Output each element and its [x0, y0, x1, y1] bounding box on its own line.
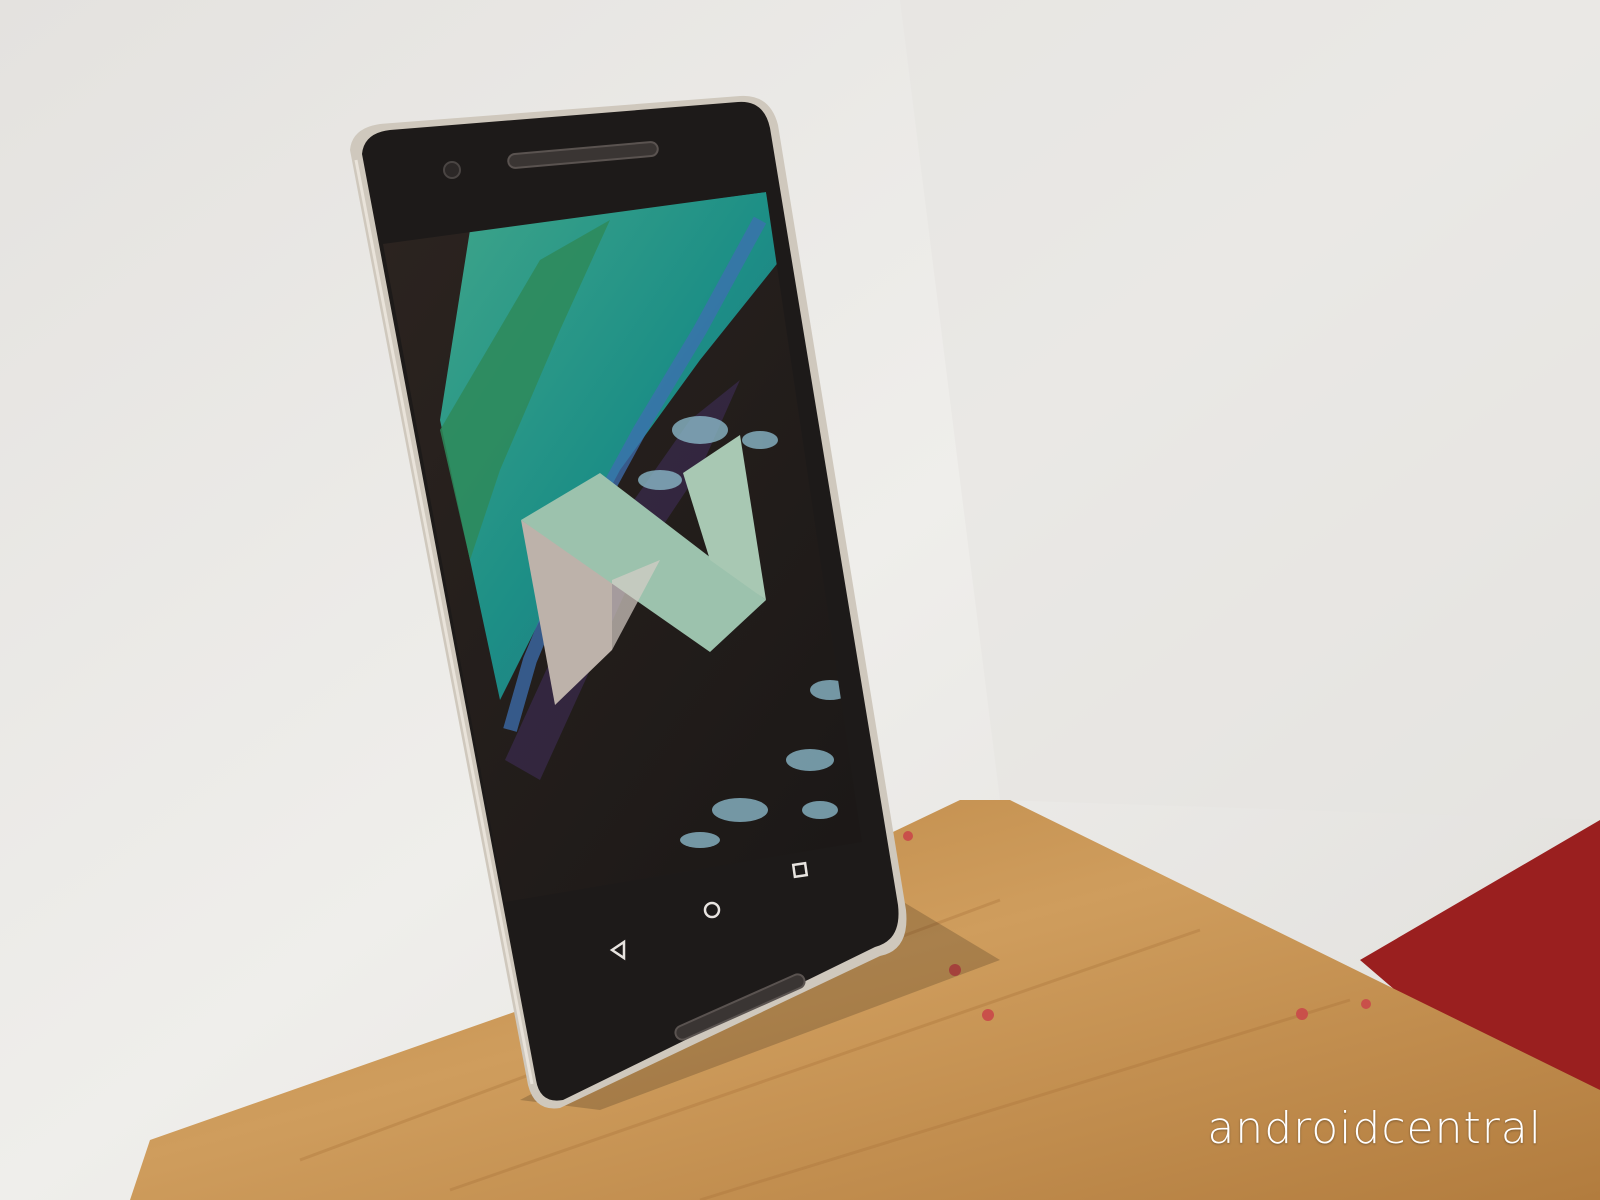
- front-camera-icon: [443, 161, 461, 179]
- photo-scene: [0, 0, 1600, 1200]
- wall-corner-shadow: [900, 0, 1600, 820]
- watermark-logo: androidcentral: [1207, 1103, 1542, 1154]
